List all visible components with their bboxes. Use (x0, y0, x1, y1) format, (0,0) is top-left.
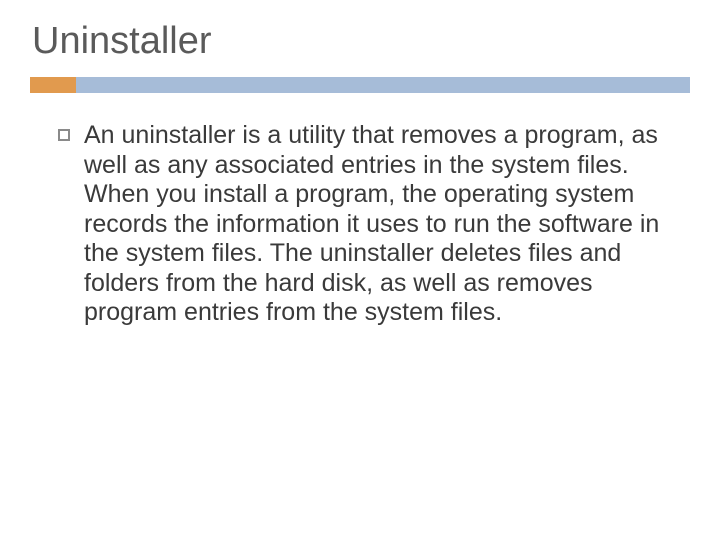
slide-title: Uninstaller (32, 20, 690, 63)
accent-block-blue (76, 77, 690, 93)
accent-block-orange (30, 77, 76, 93)
slide: Uninstaller An uninstaller is a utility … (0, 0, 720, 540)
body-text: An uninstaller is a utility that removes… (84, 121, 680, 328)
title-divider (30, 77, 690, 93)
list-item: An uninstaller is a utility that removes… (58, 121, 680, 328)
content-area: An uninstaller is a utility that removes… (30, 121, 690, 328)
square-bullet-icon (58, 129, 70, 141)
